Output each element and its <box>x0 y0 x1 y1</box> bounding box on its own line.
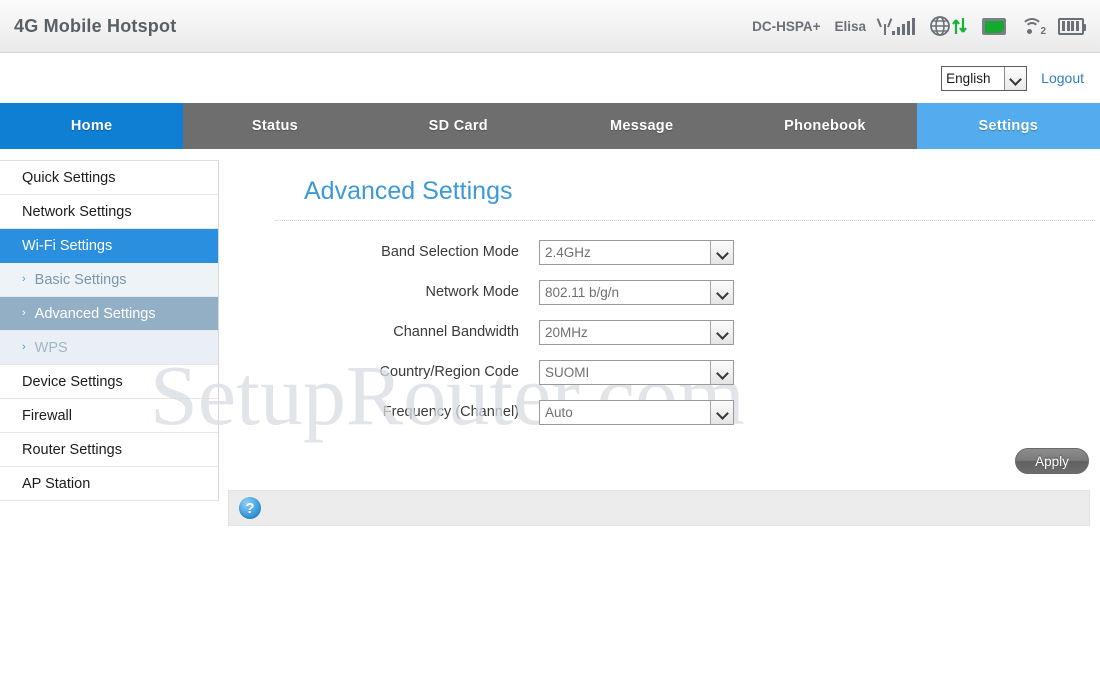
status-icon-tray: DC-HSPA+ Elisa 2 <box>752 15 1086 37</box>
wifi-icon: 2 <box>1020 17 1046 37</box>
sidebar-item-ap-station[interactable]: AP Station <box>0 467 218 501</box>
help-icon[interactable]: ? <box>239 497 261 519</box>
signal-bars-icon <box>880 17 915 35</box>
tab-home[interactable]: Home <box>0 103 184 149</box>
sidebar-item-wifi-settings[interactable]: Wi-Fi Settings <box>0 229 218 263</box>
app-header: 4G Mobile Hotspot DC-HSPA+ Elisa 2 <box>0 0 1100 53</box>
sidebar: Quick Settings Network Settings Wi-Fi Se… <box>0 160 219 501</box>
content-panel: Advanced Settings Band Selection Mode 2.… <box>219 160 1100 697</box>
sidebar-item-label: Advanced Settings <box>34 305 156 322</box>
band-selection-mode-select[interactable]: 2.4GHz <box>539 239 734 265</box>
sidebar-item-quick-settings[interactable]: Quick Settings <box>0 161 218 195</box>
apply-button[interactable]: Apply <box>1015 448 1089 474</box>
tab-status[interactable]: Status <box>183 103 366 149</box>
sidebar-item-firewall[interactable]: Firewall <box>0 399 218 433</box>
sidebar-item-basic-settings[interactable]: › Basic Settings <box>0 263 218 297</box>
field-label: Band Selection Mode <box>381 244 519 260</box>
page-title: Advanced Settings <box>304 177 513 205</box>
tab-message[interactable]: Message <box>550 103 733 149</box>
chevron-right-icon: › <box>22 307 26 319</box>
advanced-settings-form: Band Selection Mode 2.4GHz Network Mode … <box>219 232 1100 432</box>
battery-icon <box>1058 17 1086 35</box>
sidebar-item-device-settings[interactable]: Device Settings <box>0 365 218 399</box>
field-label: Frequency (Channel) <box>382 404 519 420</box>
sidebar-item-label: Basic Settings <box>34 271 127 288</box>
select-value: 2.4GHz <box>545 244 591 260</box>
sidebar-item-label: WPS <box>34 339 68 356</box>
field-label: Channel Bandwidth <box>393 324 519 340</box>
logout-link[interactable]: Logout <box>1041 70 1084 86</box>
wifi-client-count: 2 <box>1040 26 1046 37</box>
utility-bar: English Logout <box>0 53 1100 103</box>
sidebar-item-network-settings[interactable]: Network Settings <box>0 195 218 229</box>
chevron-down-icon <box>710 360 733 384</box>
form-row-network-mode: Network Mode 802.11 b/g/n <box>219 272 1100 312</box>
tab-phonebook[interactable]: Phonebook <box>733 103 916 149</box>
title-divider <box>275 220 1095 221</box>
chevron-down-icon <box>710 280 733 304</box>
tab-settings[interactable]: Settings <box>916 103 1100 149</box>
main-navigation: Home Status SD Card Message Phonebook Se… <box>0 103 1100 149</box>
form-row-band-selection-mode: Band Selection Mode 2.4GHz <box>219 232 1100 272</box>
frequency-channel-select[interactable]: Auto <box>539 399 734 425</box>
chevron-right-icon: › <box>22 341 26 353</box>
up-down-arrows-icon <box>952 18 967 34</box>
channel-bandwidth-select[interactable]: 20MHz <box>539 319 734 345</box>
tab-sd-card[interactable]: SD Card <box>367 103 550 149</box>
chevron-right-icon: › <box>22 273 26 285</box>
select-value: Auto <box>545 404 573 420</box>
carrier-name-label: Elisa <box>834 18 866 34</box>
form-row-frequency-channel: Frequency (Channel) Auto <box>219 392 1100 432</box>
network-type-label: DC-HSPA+ <box>752 18 821 34</box>
network-mode-select[interactable]: 802.11 b/g/n <box>539 279 734 305</box>
globe-data-transfer-icon <box>929 15 968 37</box>
select-value: SUOMI <box>545 364 590 380</box>
app-title: 4G Mobile Hotspot <box>14 15 177 36</box>
field-label: Country/Region Code <box>379 364 519 380</box>
select-value: 20MHz <box>545 324 588 340</box>
sidebar-item-advanced-settings[interactable]: › Advanced Settings <box>0 297 218 331</box>
language-select[interactable]: English <box>941 65 1028 91</box>
field-label: Network Mode <box>425 284 519 300</box>
chevron-down-icon <box>1004 66 1027 90</box>
sim-card-icon <box>982 17 1006 35</box>
sidebar-item-wps[interactable]: › WPS <box>0 331 218 365</box>
form-row-channel-bandwidth: Channel Bandwidth 20MHz <box>219 312 1100 352</box>
chevron-down-icon <box>710 320 733 344</box>
chevron-down-icon <box>710 400 733 424</box>
sidebar-item-router-settings[interactable]: Router Settings <box>0 433 218 467</box>
chevron-down-icon <box>710 240 733 264</box>
language-select-value: English <box>946 70 991 86</box>
form-actions: Apply <box>219 448 1089 474</box>
country-region-code-select[interactable]: SUOMI <box>539 359 734 385</box>
form-row-country-region-code: Country/Region Code SUOMI <box>219 352 1100 392</box>
help-bar: ? <box>228 490 1090 526</box>
select-value: 802.11 b/g/n <box>545 284 620 300</box>
